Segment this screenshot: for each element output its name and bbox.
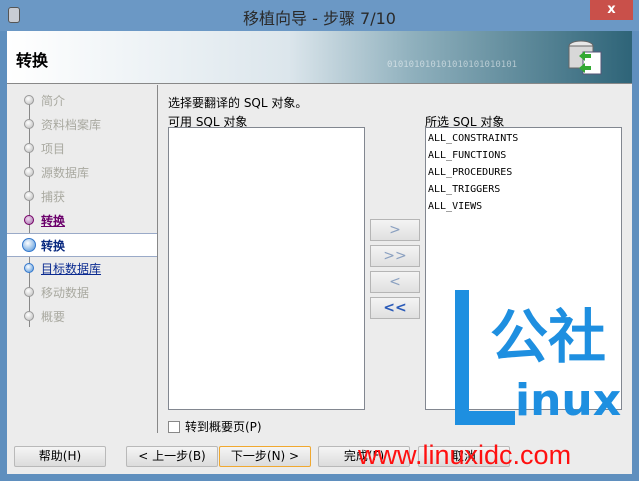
instruction-text: 选择要翻译的 SQL 对象。 [168,96,308,110]
step-item: 资料档案库 [7,113,157,137]
page-title: 转换 [16,51,49,70]
list-item[interactable]: ALL_VIEWS [426,198,621,215]
list-item[interactable]: ALL_FUNCTIONS [426,147,621,164]
step-label: 简介 [41,94,66,108]
step-item[interactable]: 转换 [7,209,157,233]
step-label: 转换 [41,214,66,228]
step-node-icon [24,263,34,273]
move-right-button[interactable]: > [370,219,420,241]
back-button[interactable]: < 上一步(B) [126,446,218,467]
step-node-icon [24,95,34,105]
step-label: 项目 [41,142,66,156]
list-item[interactable]: ALL_CONSTRAINTS [426,130,621,147]
list-item[interactable]: ALL_PROCEDURES [426,164,621,181]
help-button[interactable]: 帮助(H) [14,446,106,467]
step-item[interactable]: 转换 [7,233,157,257]
watermark-url: www.linuxidc.com [358,440,572,470]
step-item: 捕获 [7,185,157,209]
goto-summary-label: 转到概要页(P) [185,420,262,434]
checkbox-box[interactable] [168,421,180,433]
header-binary-decoration: 010101010101010101010101 [387,60,518,70]
window-title: 移植向导 - 步骤 7/10 [243,9,396,28]
step-label: 概要 [41,310,66,324]
step-node-icon [24,119,34,129]
step-label: 捕获 [41,190,66,204]
close-button[interactable]: x [590,0,633,20]
step-node-icon [24,191,34,201]
step-label: 资料档案库 [41,118,102,132]
step-label: 转换 [41,239,66,253]
step-node-icon [24,143,34,153]
step-label: 目标数据库 [41,262,102,276]
step-node-icon [22,238,36,252]
step-label: 源数据库 [41,166,90,180]
step-item: 移动数据 [7,281,157,305]
step-label: 移动数据 [41,286,90,300]
step-node-icon [24,167,34,177]
step-item[interactable]: 目标数据库 [7,257,157,281]
list-item[interactable]: ALL_TRIGGERS [426,181,621,198]
goto-summary-checkbox[interactable]: 转到概要页(P) [168,418,262,435]
database-migrate-icon [568,40,602,75]
step-item: 概要 [7,305,157,329]
title-bar: 移植向导 - 步骤 7/10 x [0,0,639,31]
move-all-left-button[interactable]: << [370,297,420,319]
move-all-right-button[interactable]: >> [370,245,420,267]
step-item: 简介 [7,89,157,113]
move-left-button[interactable]: < [370,271,420,293]
wizard-header: 转换 010101010101010101010101 [7,31,632,84]
available-objects-list[interactable] [168,127,365,410]
step-item: 项目 [7,137,157,161]
step-node-icon [24,215,34,225]
step-node-icon [24,287,34,297]
step-item: 源数据库 [7,161,157,185]
step-node-icon [24,311,34,321]
next-button[interactable]: 下一步(N) > [219,446,311,467]
steps-sidebar: 简介 资料档案库 项目 源数据库 捕获 转换 转换 目标数据库 移动数据 概要 [7,85,158,433]
